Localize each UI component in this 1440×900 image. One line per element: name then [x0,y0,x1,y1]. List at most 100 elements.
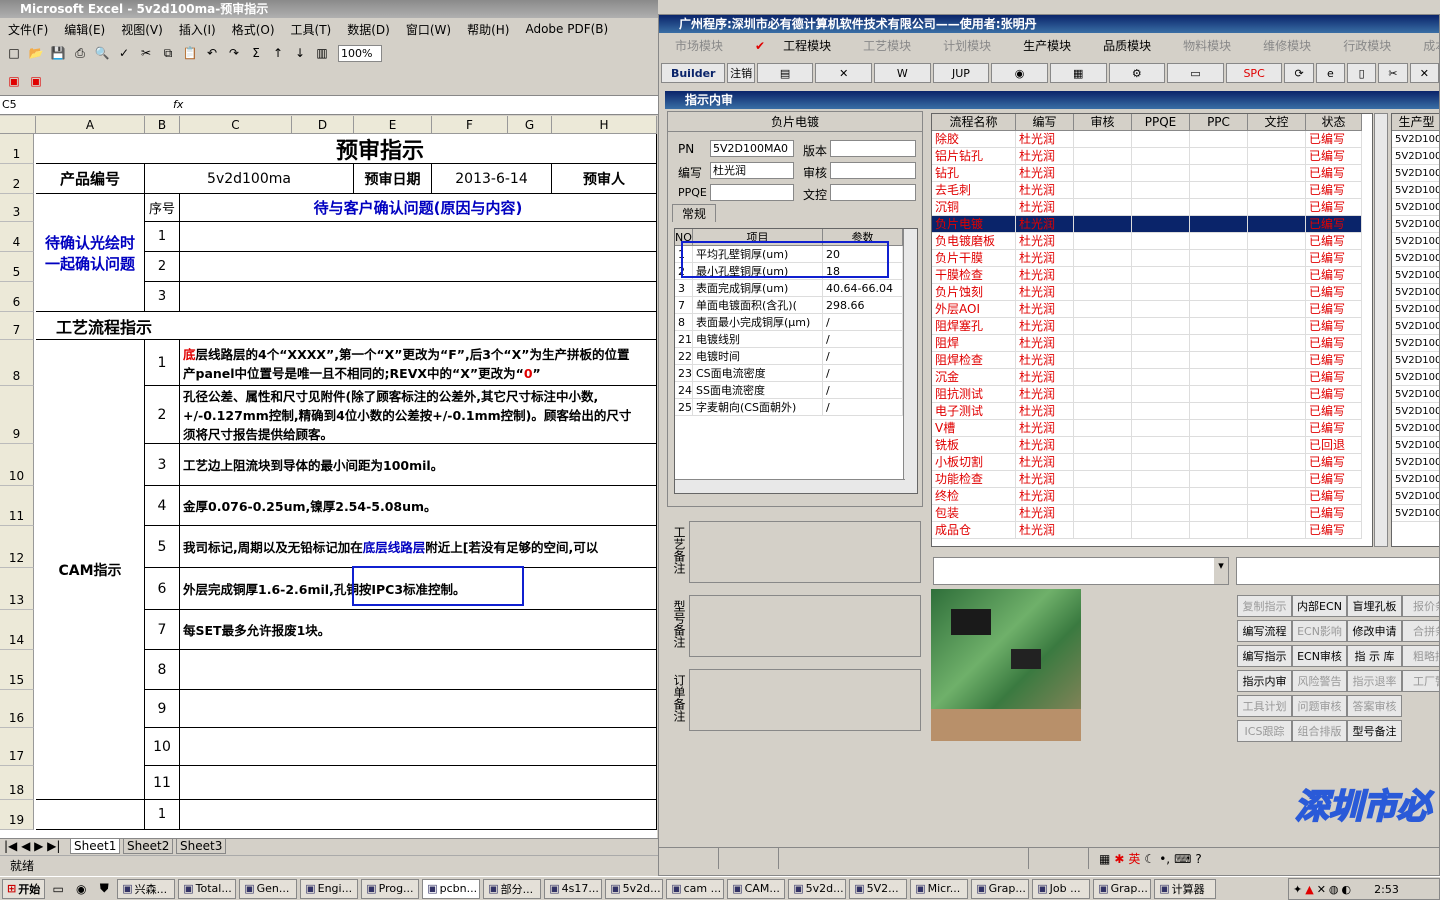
flow-row[interactable]: 电子测试 杜光润 已编写 [932,403,1362,420]
pdf-mail-icon[interactable]: ▣ [26,71,46,91]
module-tab[interactable]: 行政模块 [1327,37,1407,54]
taskbar-item[interactable]: ▣ Total... [178,878,237,899]
sort-asc-icon[interactable]: ↑ [268,43,288,63]
row-header-8[interactable]: 8 [0,340,34,386]
save-icon[interactable]: 💾 [48,43,68,63]
zoom-select[interactable]: 100% [338,44,382,62]
cam-seq[interactable]: 3 [145,444,180,486]
process-flow-grid[interactable]: 流程名称 编写 审核 PPQE PPC 文控 状态 除胶 杜光润 已编写 铝片钻孔 杜光润 已编写 钻孔杜… [931,113,1373,547]
row-header-18[interactable]: 18 [0,766,34,800]
taskbar-item[interactable]: ▣ cam ... [666,878,725,899]
menu-item[interactable]: Adobe PDF(B) [517,22,616,36]
func-button[interactable]: 答案审核 [1347,695,1402,717]
row19-seq[interactable]: 1 [145,800,180,830]
func-button[interactable]: 盲埋孔板 [1347,595,1402,617]
flow-row[interactable]: 终检 杜光润 已编写 [932,488,1362,505]
row-header-1[interactable]: 1 [0,134,34,164]
tab-nav-icon[interactable]: |◀ ◀ ▶ ▶| [4,839,60,853]
product-type-row[interactable]: 5V2D100M [1392,318,1439,335]
row-header-5[interactable]: 5 [0,252,34,282]
menu-item[interactable]: 文件(F) [0,21,56,38]
tray-icon[interactable]: ◍ [1329,883,1339,896]
cam-seq[interactable]: 4 [145,486,180,526]
product-type-row[interactable]: 5V2D100M [1392,182,1439,199]
punct-icon[interactable]: •, [1159,852,1170,866]
row-header-12[interactable]: 12 [0,526,34,568]
printer-icon[interactable]: ▭ [1167,63,1224,83]
row-header-7[interactable]: 7 [0,312,34,340]
taskbar-item[interactable]: ▣ 兴森... [117,878,176,899]
chart-icon[interactable]: ▥ [312,43,332,63]
flow-header[interactable]: 状态 [1306,114,1362,131]
sort-desc-icon[interactable]: ↓ [290,43,310,63]
func-button[interactable]: 指 示 库 [1347,645,1402,667]
row-header-15[interactable]: 15 [0,650,34,690]
flow-header[interactable]: PPC [1190,114,1248,131]
row-header-9[interactable]: 9 [0,386,34,444]
cam-instruction[interactable]: 底层线路层的4个“XXXX”,第一个“X”更改为“F”,后3个“X”为生产拼板的… [180,340,657,386]
row19-content[interactable] [180,800,657,830]
product-type-row[interactable]: 5V2D100M [1392,267,1439,284]
start-button[interactable]: ⊞ 开始 [2,878,46,899]
flow-header[interactable]: 文控 [1248,114,1306,131]
flow-row[interactable]: 负片电镀 杜光润 已编写 [932,216,1362,233]
tab-general[interactable]: 常规 [672,204,716,222]
column-header-B[interactable]: B [145,116,180,134]
flow-row[interactable]: 阻焊塞孔 杜光润 已编写 [932,318,1362,335]
taskbar-item[interactable]: ▣ pcbn... [422,878,481,899]
func-button[interactable]: 指示退率 [1347,670,1402,692]
new-icon[interactable]: □ [4,43,24,63]
func-button[interactable]: 风险警告 [1292,670,1347,692]
cam-instruction[interactable] [180,766,657,800]
ime-mode[interactable]: 英 [1128,850,1140,867]
paste-icon[interactable]: 📋 [180,43,200,63]
toolbar-button[interactable]: Builder [661,63,726,83]
toolbar-button[interactable]: JUP [932,63,990,83]
param-row[interactable]: 8 表面最小完成铜厚(μm) / [675,314,903,331]
tray-icon[interactable]: ✕ [1317,883,1326,896]
pending-label[interactable]: 待确认光绘时一起确认问题 [36,194,145,312]
spell-icon[interactable]: ✓ [114,43,134,63]
review-date-value[interactable]: 2013-6-14 [432,164,552,194]
taskbar-item[interactable]: ▣ 5V2... [849,878,908,899]
version-field[interactable] [830,140,916,157]
eye-icon[interactable]: ◉ [991,63,1048,83]
column-header-F[interactable]: F [432,116,508,134]
module-tab[interactable]: 维修模块 [1247,37,1327,54]
preview-icon[interactable]: 🔍 [92,43,112,63]
ime-logo-icon[interactable]: ✱ [1114,852,1124,866]
func-button[interactable]: ICS跟踪 [1237,720,1292,742]
flow-row[interactable]: 除胶 杜光润 已编写 [932,131,1362,148]
flow-row[interactable]: 铝片钻孔 杜光润 已编写 [932,148,1362,165]
taskbar-item[interactable]: ▣ Engi... [300,878,359,899]
row-header-2[interactable]: 2 [0,164,34,194]
func-button[interactable]: 问题审核 [1292,695,1347,717]
shield-icon[interactable]: ⛊ [94,879,114,899]
cam-instruction[interactable]: 孔径公差、属性和尺寸见附件(除了顾客标注的公差外,其它尺寸标注中小数, +/-0.… [180,386,657,444]
product-type-row[interactable]: 5V2D100M [1392,369,1439,386]
flow-row[interactable]: 阻焊检查 杜光润 已编写 [932,352,1362,369]
pending-seq[interactable]: 3 [145,282,180,312]
func-button[interactable]: ECN审核 [1292,645,1347,667]
product-type-row[interactable]: 5V2D100M [1392,148,1439,165]
cam-seq[interactable]: 1 [145,340,180,386]
product-type-row[interactable]: 5V2D100M [1392,437,1439,454]
product-type-header[interactable]: 生产型 [1392,114,1439,131]
redo-icon[interactable]: ↷ [224,43,244,63]
undo-icon[interactable]: ↶ [202,43,222,63]
review-field[interactable] [830,162,916,179]
taskbar-item[interactable]: ▣ CAM... [727,878,786,899]
cam-instruction[interactable] [180,690,657,728]
column-header-C[interactable]: C [180,116,292,134]
flow-row[interactable]: 去毛刺 杜光润 已编写 [932,182,1362,199]
cam-instruction[interactable] [180,728,657,766]
product-type-row[interactable]: 5V2D100M [1392,131,1439,148]
cam-seq[interactable]: 2 [145,386,180,444]
func-button[interactable]: 报价条 [1402,595,1439,617]
module-tab[interactable]: 工艺模块 [847,37,927,54]
product-type-row[interactable]: 5V2D100M [1392,471,1439,488]
column-header-E[interactable]: E [354,116,432,134]
product-type-row[interactable]: 5V2D100M [1392,352,1439,369]
filter-combo-2[interactable] [1236,557,1439,585]
pdf-icon[interactable]: ▣ [4,71,24,91]
